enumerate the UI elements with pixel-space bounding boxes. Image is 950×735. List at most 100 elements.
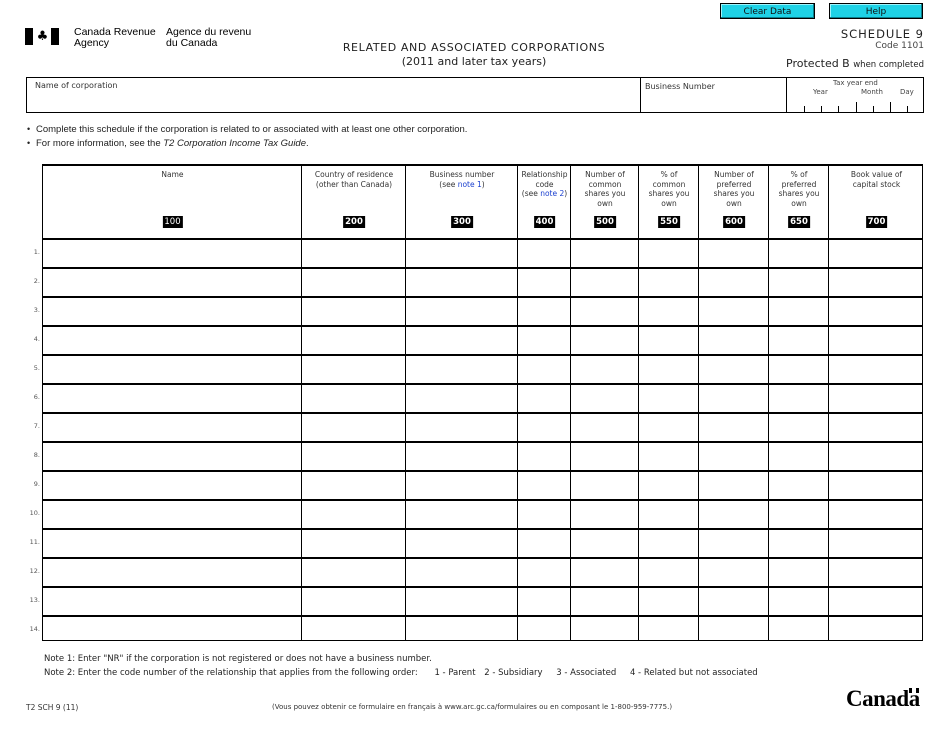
table-cell-input[interactable]: [830, 444, 922, 468]
table-cell-input[interactable]: [830, 473, 922, 497]
table-cell-input[interactable]: [407, 241, 516, 265]
table-cell-input[interactable]: [572, 299, 637, 323]
name-of-corporation-input[interactable]: [33, 92, 637, 112]
table-cell-input[interactable]: [640, 444, 697, 468]
table-cell-input[interactable]: [770, 473, 827, 497]
table-cell-input[interactable]: [700, 618, 767, 642]
clear-data-button[interactable]: Clear Data: [720, 3, 815, 19]
table-cell-input[interactable]: [700, 473, 767, 497]
table-cell-input[interactable]: [700, 328, 767, 352]
table-cell-input[interactable]: [44, 444, 300, 468]
table-cell-input[interactable]: [44, 415, 300, 439]
table-cell-input[interactable]: [407, 386, 516, 410]
table-cell-input[interactable]: [770, 299, 827, 323]
table-cell-input[interactable]: [519, 328, 569, 352]
table-cell-input[interactable]: [303, 473, 404, 497]
table-cell-input[interactable]: [303, 357, 404, 381]
table-cell-input[interactable]: [519, 589, 569, 613]
table-cell-input[interactable]: [519, 473, 569, 497]
table-cell-input[interactable]: [303, 618, 404, 642]
table-cell-input[interactable]: [519, 241, 569, 265]
table-cell-input[interactable]: [407, 589, 516, 613]
table-cell-input[interactable]: [519, 502, 569, 526]
help-button[interactable]: Help: [829, 3, 923, 19]
table-cell-input[interactable]: [303, 241, 404, 265]
table-cell-input[interactable]: [572, 415, 637, 439]
table-cell-input[interactable]: [700, 502, 767, 526]
table-cell-input[interactable]: [700, 560, 767, 584]
table-cell-input[interactable]: [407, 328, 516, 352]
table-cell-input[interactable]: [519, 299, 569, 323]
table-cell-input[interactable]: [519, 357, 569, 381]
table-cell-input[interactable]: [572, 241, 637, 265]
table-cell-input[interactable]: [44, 618, 300, 642]
table-cell-input[interactable]: [640, 270, 697, 294]
table-cell-input[interactable]: [407, 270, 516, 294]
table-cell-input[interactable]: [407, 357, 516, 381]
table-cell-input[interactable]: [640, 328, 697, 352]
table-cell-input[interactable]: [572, 531, 637, 555]
table-cell-input[interactable]: [303, 444, 404, 468]
table-cell-input[interactable]: [770, 270, 827, 294]
table-cell-input[interactable]: [572, 618, 637, 642]
table-cell-input[interactable]: [700, 415, 767, 439]
business-number-input[interactable]: [644, 92, 788, 112]
table-cell-input[interactable]: [770, 444, 827, 468]
table-cell-input[interactable]: [770, 589, 827, 613]
table-cell-input[interactable]: [770, 386, 827, 410]
table-cell-input[interactable]: [44, 502, 300, 526]
table-cell-input[interactable]: [303, 531, 404, 555]
table-cell-input[interactable]: [640, 357, 697, 381]
table-cell-input[interactable]: [830, 241, 922, 265]
table-cell-input[interactable]: [44, 270, 300, 294]
table-cell-input[interactable]: [830, 270, 922, 294]
table-cell-input[interactable]: [303, 328, 404, 352]
table-cell-input[interactable]: [640, 531, 697, 555]
table-cell-input[interactable]: [519, 270, 569, 294]
table-cell-input[interactable]: [44, 241, 300, 265]
table-cell-input[interactable]: [830, 589, 922, 613]
table-cell-input[interactable]: [407, 473, 516, 497]
table-cell-input[interactable]: [700, 241, 767, 265]
table-cell-input[interactable]: [640, 618, 697, 642]
table-cell-input[interactable]: [700, 444, 767, 468]
table-cell-input[interactable]: [572, 473, 637, 497]
table-cell-input[interactable]: [44, 386, 300, 410]
table-cell-input[interactable]: [572, 502, 637, 526]
table-cell-input[interactable]: [700, 589, 767, 613]
table-cell-input[interactable]: [640, 386, 697, 410]
table-cell-input[interactable]: [770, 415, 827, 439]
table-cell-input[interactable]: [572, 328, 637, 352]
table-cell-input[interactable]: [830, 357, 922, 381]
table-cell-input[interactable]: [44, 299, 300, 323]
note-link[interactable]: note 2: [540, 189, 564, 198]
table-cell-input[interactable]: [519, 618, 569, 642]
table-cell-input[interactable]: [407, 444, 516, 468]
table-cell-input[interactable]: [407, 415, 516, 439]
table-cell-input[interactable]: [830, 299, 922, 323]
table-cell-input[interactable]: [303, 502, 404, 526]
table-cell-input[interactable]: [407, 299, 516, 323]
table-cell-input[interactable]: [770, 328, 827, 352]
table-cell-input[interactable]: [572, 270, 637, 294]
table-cell-input[interactable]: [830, 415, 922, 439]
table-cell-input[interactable]: [407, 560, 516, 584]
table-cell-input[interactable]: [700, 357, 767, 381]
table-cell-input[interactable]: [700, 531, 767, 555]
table-cell-input[interactable]: [830, 328, 922, 352]
table-cell-input[interactable]: [572, 444, 637, 468]
table-cell-input[interactable]: [640, 473, 697, 497]
table-cell-input[interactable]: [303, 415, 404, 439]
table-cell-input[interactable]: [519, 415, 569, 439]
table-cell-input[interactable]: [44, 531, 300, 555]
table-cell-input[interactable]: [830, 618, 922, 642]
table-cell-input[interactable]: [770, 531, 827, 555]
table-cell-input[interactable]: [830, 502, 922, 526]
note-link[interactable]: note 1: [458, 180, 482, 189]
table-cell-input[interactable]: [519, 386, 569, 410]
table-cell-input[interactable]: [700, 270, 767, 294]
table-cell-input[interactable]: [519, 444, 569, 468]
table-cell-input[interactable]: [407, 502, 516, 526]
table-cell-input[interactable]: [572, 386, 637, 410]
table-cell-input[interactable]: [572, 560, 637, 584]
